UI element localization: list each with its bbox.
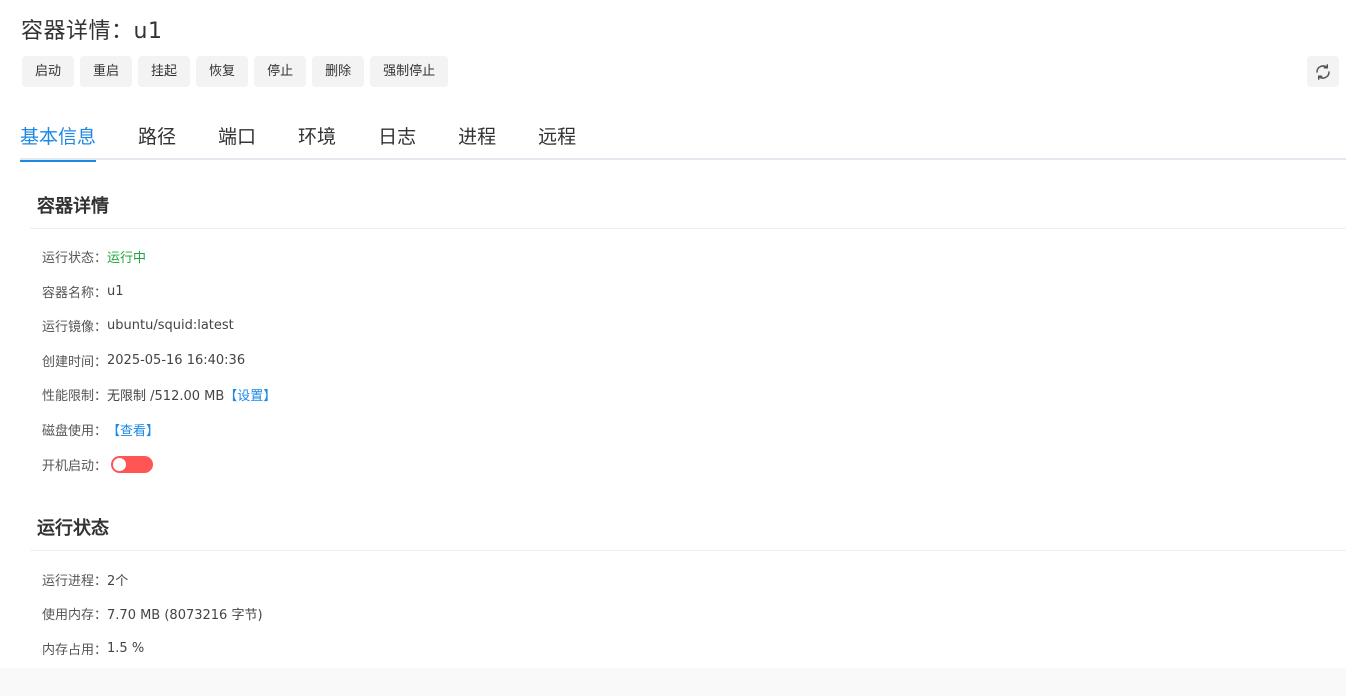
limit-settings-link[interactable]: 【设置】 <box>224 385 276 404</box>
limit-row: 性能限制： 无限制 /512.00 MB 【设置】 <box>42 385 276 404</box>
tab-environment[interactable]: 环境 <box>298 118 336 160</box>
name-value: u1 <box>107 284 124 299</box>
refresh-icon <box>1316 63 1330 80</box>
tab-ports[interactable]: 端口 <box>218 118 256 160</box>
runtime-divider <box>30 550 1346 551</box>
disk-row: 磁盘使用： 【查看】 <box>42 420 159 439</box>
page-title: 容器详情：u1 <box>21 19 163 44</box>
runtime-section-title: 运行状态 <box>37 518 109 539</box>
action-toolbar: 启动 重启 挂起 恢复 停止 删除 强制停止 <box>22 56 454 87</box>
created-value: 2025-05-16 16:40:36 <box>107 353 246 368</box>
name-row: 容器名称： u1 <box>42 282 124 301</box>
restart-button[interactable]: 重启 <box>80 56 133 87</box>
status-label: 运行状态： <box>42 251 108 266</box>
tab-processes[interactable]: 进程 <box>458 118 496 160</box>
procs-label: 运行进程： <box>42 574 108 589</box>
force-stop-button[interactable]: 强制停止 <box>370 56 449 87</box>
procs-row: 运行进程： 2个 <box>42 570 128 589</box>
memory-usage-value: 1.5 % <box>107 641 145 656</box>
image-value: ubuntu/squid:latest <box>107 318 234 333</box>
created-row: 创建时间： 2025-05-16 16:40:36 <box>42 351 245 370</box>
image-row: 运行镜像： ubuntu/squid:latest <box>42 316 234 335</box>
details-section-title: 容器详情 <box>37 196 109 217</box>
tab-basic-info[interactable]: 基本信息 <box>20 118 97 162</box>
name-label: 容器名称： <box>42 286 108 301</box>
limit-label: 性能限制： <box>42 389 108 404</box>
details-divider <box>30 228 1346 229</box>
pause-button[interactable]: 挂起 <box>138 56 191 87</box>
container-detail-page: 容器详情：u1 启动 重启 挂起 恢复 停止 删除 强制停止 基本信息 路径 端… <box>0 0 1346 668</box>
limit-value: 无限制 /512.00 MB <box>107 389 225 404</box>
status-value: 运行中 <box>107 251 147 266</box>
toggle-knob <box>113 458 127 471</box>
refresh-button[interactable] <box>1307 56 1339 87</box>
memory-label: 使用内存： <box>42 608 108 623</box>
autostart-toggle[interactable] <box>111 456 154 473</box>
memory-usage-row: 内存占用： 1.5 % <box>42 639 144 658</box>
disk-label: 磁盘使用： <box>42 424 108 439</box>
tab-paths[interactable]: 路径 <box>138 118 176 160</box>
stop-button[interactable]: 停止 <box>254 56 307 87</box>
tab-logs[interactable]: 日志 <box>378 118 416 160</box>
autostart-row: 开机启动： <box>42 455 154 474</box>
created-label: 创建时间： <box>42 355 108 370</box>
start-button[interactable]: 启动 <box>22 56 75 87</box>
tab-remote[interactable]: 远程 <box>538 118 576 160</box>
autostart-label: 开机启动： <box>42 459 108 474</box>
procs-value: 2个 <box>107 574 129 589</box>
memory-row: 使用内存： 7.70 MB (8073216 字节) <box>42 604 263 623</box>
disk-view-link[interactable]: 【查看】 <box>107 420 159 439</box>
tab-bar: 基本信息 路径 端口 环境 日志 进程 远程 <box>20 118 1346 162</box>
image-label: 运行镜像： <box>42 320 108 335</box>
resume-button[interactable]: 恢复 <box>196 56 249 87</box>
delete-button[interactable]: 删除 <box>312 56 365 87</box>
status-row: 运行状态： 运行中 <box>42 247 146 266</box>
memory-usage-label: 内存占用： <box>42 643 108 658</box>
memory-value: 7.70 MB (8073216 字节) <box>107 608 263 623</box>
